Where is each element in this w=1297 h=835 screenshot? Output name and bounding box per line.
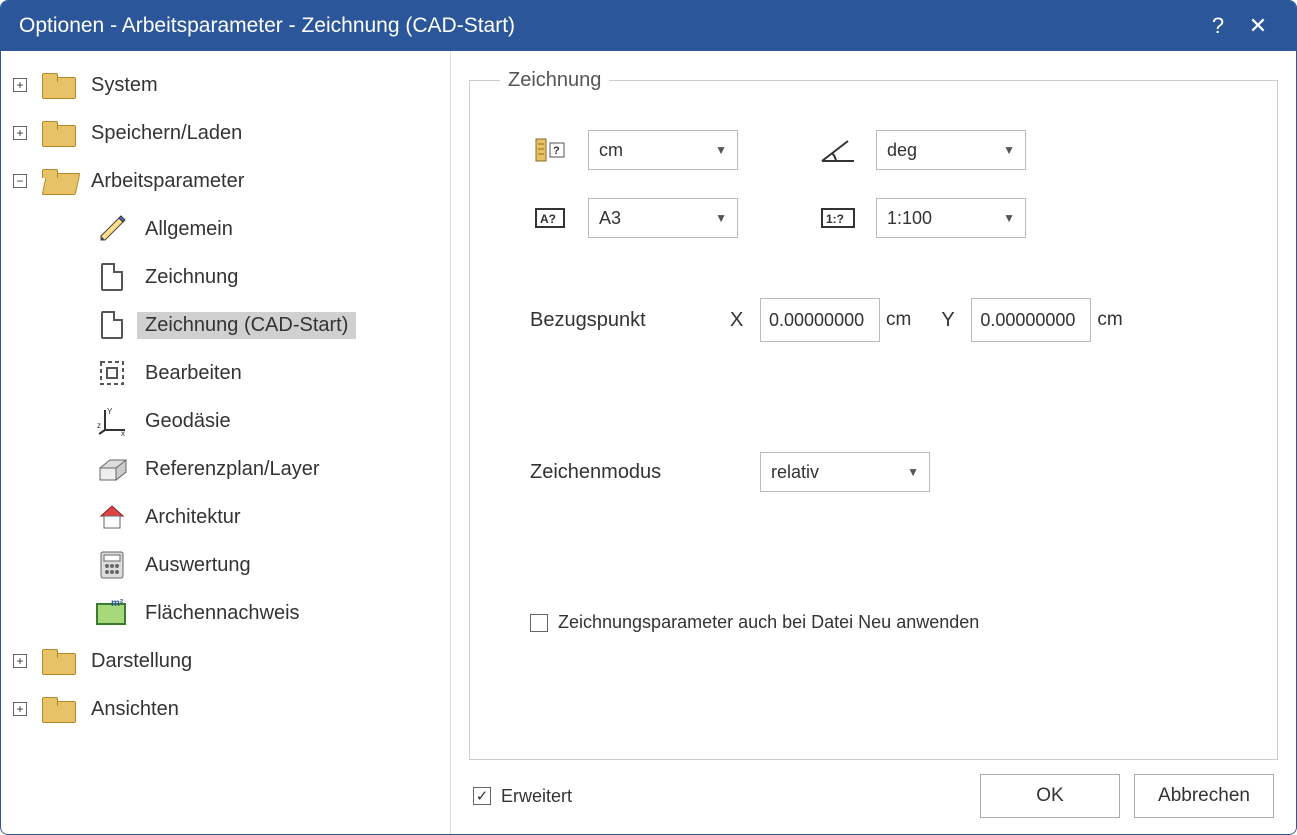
svg-text:1:?: 1:? [826,212,844,226]
x-label: X [730,309,760,332]
tree-item-architecture[interactable]: Architektur [7,493,450,541]
ok-button[interactable]: OK [980,774,1120,818]
tree-label: System [83,72,166,99]
area-icon: m² [95,596,129,630]
nav-tree: + System + Speichern/Laden − Arbeitspara… [1,51,451,834]
expand-icon[interactable]: + [13,654,27,668]
house-icon [95,500,129,534]
close-button[interactable]: ✕ [1238,13,1278,39]
options-dialog: Optionen - Arbeitsparameter - Zeichnung … [0,0,1297,835]
folder-icon [41,692,75,726]
checkbox-label: Erweitert [501,786,572,807]
svg-text:?: ? [553,145,560,157]
combo-value: A3 [599,208,621,229]
tree-item-save-load[interactable]: + Speichern/Laden [7,109,450,157]
checkbox-label: Zeichnungsparameter auch bei Datei Neu a… [558,612,979,633]
y-input[interactable]: 0.00000000 [971,298,1091,342]
bezugspunkt-label: Bezugspunkt [530,309,730,332]
pencil-icon [95,212,129,246]
checkbox-box [530,614,548,632]
tree-label: Arbeitsparameter [83,168,252,195]
combo-value: deg [887,140,917,161]
tree-label: Darstellung [83,648,200,675]
chevron-down-icon: ▼ [1003,143,1015,157]
tree-label: Geodäsie [137,408,239,435]
tree-item-evaluation[interactable]: Auswertung [7,541,450,589]
document-icon [95,260,129,294]
paper-icon: A? [530,201,570,235]
x-unit: cm [886,309,911,331]
drawing-group: Zeichnung ? cm ▼ [469,69,1278,760]
expand-icon[interactable]: + [13,126,27,140]
svg-text:m²: m² [111,598,124,609]
tree-label: Ansichten [83,696,187,723]
axis-icon: Yx z [95,404,129,438]
unit-length-combo[interactable]: cm ▼ [588,130,738,170]
folder-icon [41,68,75,102]
svg-text:A?: A? [540,212,556,226]
scale-icon: 1:? [818,201,858,235]
mode-combo[interactable]: relativ ▼ [760,452,930,492]
group-legend: Zeichnung [500,69,609,92]
combo-value: 1:100 [887,208,932,229]
svg-text:z: z [97,421,101,430]
tree-label: Speichern/Laden [83,120,250,147]
tree-item-geodesy[interactable]: Yx z Geodäsie [7,397,450,445]
paper-combo[interactable]: A3 ▼ [588,198,738,238]
tree-label: Zeichnung (CAD-Start) [137,312,356,339]
tree-item-drawing[interactable]: Zeichnung [7,253,450,301]
tree-label: Allgemein [137,216,241,243]
tree-item-work-params[interactable]: − Arbeitsparameter [7,157,450,205]
tree-item-views[interactable]: + Ansichten [7,685,450,733]
unit-angle-combo[interactable]: deg ▼ [876,130,1026,170]
chevron-down-icon: ▼ [715,143,727,157]
expand-icon[interactable]: + [13,702,27,716]
folder-open-icon [41,164,75,198]
select-icon [95,356,129,390]
tree-item-area[interactable]: m² Flächennachweis [7,589,450,637]
folder-icon [41,116,75,150]
cancel-button[interactable]: Abbrechen [1134,774,1274,818]
extended-checkbox[interactable]: ✓ Erweitert [473,786,572,807]
help-button[interactable]: ? [1198,13,1238,39]
tree-label: Flächennachweis [137,600,308,627]
tree-item-general[interactable]: Allgemein [7,205,450,253]
folder-icon [41,644,75,678]
scale-combo[interactable]: 1:100 ▼ [876,198,1026,238]
collapse-icon[interactable]: − [13,174,27,188]
tree-label: Referenzplan/Layer [137,456,328,483]
chevron-down-icon: ▼ [1003,211,1015,225]
mode-label: Zeichenmodus [530,461,760,484]
expand-icon[interactable]: + [13,78,27,92]
tree-label: Architektur [137,504,249,531]
tree-item-drawing-cad[interactable]: Zeichnung (CAD-Start) [7,301,450,349]
ruler-icon: ? [530,133,570,167]
tree-label: Auswertung [137,552,259,579]
content-panel: Zeichnung ? cm ▼ [451,51,1296,834]
titlebar: Optionen - Arbeitsparameter - Zeichnung … [1,1,1296,51]
tree-label: Zeichnung [137,264,246,291]
tree-item-system[interactable]: + System [7,61,450,109]
layers-icon [95,452,129,486]
y-label: Y [941,309,971,332]
tree-item-refplan[interactable]: Referenzplan/Layer [7,445,450,493]
tree-label: Bearbeiten [137,360,250,387]
combo-value: cm [599,140,623,161]
calculator-icon [95,548,129,582]
tree-item-display[interactable]: + Darstellung [7,637,450,685]
checkbox-box: ✓ [473,787,491,805]
angle-icon [818,133,858,167]
apply-new-checkbox[interactable]: Zeichnungsparameter auch bei Datei Neu a… [530,612,979,633]
combo-value: relativ [771,462,819,483]
chevron-down-icon: ▼ [907,465,919,479]
document-icon [95,308,129,342]
svg-text:x: x [121,429,125,436]
chevron-down-icon: ▼ [715,211,727,225]
dialog-footer: ✓ Erweitert OK Abbrechen [469,760,1278,822]
x-input[interactable]: 0.00000000 [760,298,880,342]
tree-item-edit[interactable]: Bearbeiten [7,349,450,397]
window-title: Optionen - Arbeitsparameter - Zeichnung … [19,14,1198,38]
y-unit: cm [1097,309,1122,331]
svg-text:Y: Y [107,407,113,416]
